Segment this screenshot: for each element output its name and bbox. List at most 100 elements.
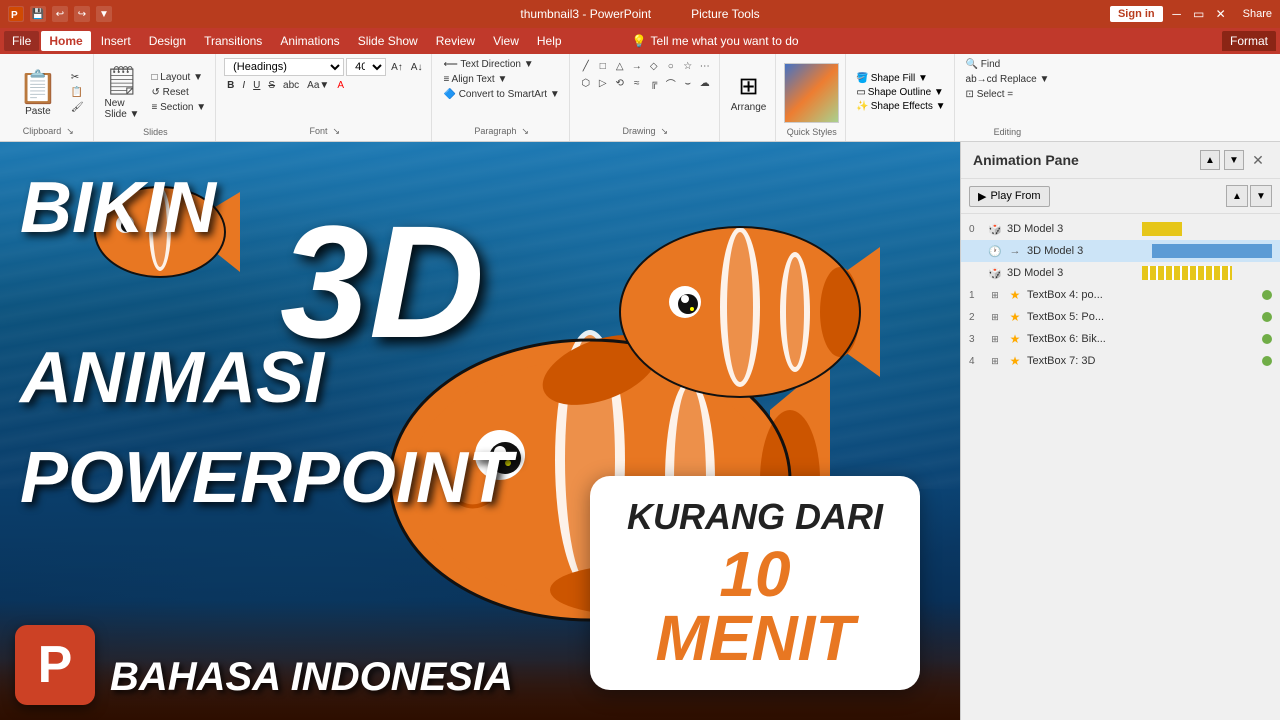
italic-button[interactable]: I — [239, 79, 248, 92]
share-button[interactable]: Share — [1243, 8, 1272, 20]
smallcaps-button[interactable]: abc — [280, 79, 302, 92]
reset-button[interactable]: ↺ Reset — [148, 86, 209, 99]
menu-view[interactable]: View — [485, 31, 527, 51]
cut-button[interactable]: ✂ — [68, 71, 87, 84]
play-from-button[interactable]: ▶ Play From — [969, 186, 1050, 207]
align-text-button[interactable]: ≡ Align Text ▼ — [440, 73, 510, 86]
shape-diamond[interactable]: ◇ — [646, 58, 662, 74]
anim-item-1[interactable]: 🕐 → 3D Model 3 — [961, 240, 1280, 262]
undo-icon[interactable]: ↩ — [52, 6, 68, 22]
changecase-button[interactable]: Aa▼ — [304, 79, 332, 92]
slide-text-animasi: ANIMASI — [20, 342, 324, 414]
shape-circle[interactable]: ○ — [663, 58, 679, 74]
shape-arrow[interactable]: → — [629, 58, 645, 74]
close-button[interactable]: ✕ — [1213, 6, 1229, 22]
shape-line[interactable]: ╱ — [578, 58, 594, 74]
save-icon[interactable]: 💾 — [30, 6, 46, 22]
tell-me-area[interactable]: 💡 Editing Tell me what you want to do — [632, 34, 799, 48]
anim-next-button[interactable]: ▼ — [1250, 185, 1272, 207]
maximize-button[interactable]: ▭ — [1191, 6, 1207, 22]
shape-effects-button[interactable]: ✨ Shape Effects ▼ — [854, 100, 947, 113]
shape-fill-button[interactable]: 🪣 Shape Fill ▼ — [854, 72, 947, 85]
menu-slideshow[interactable]: Slide Show — [350, 31, 426, 51]
font-size-select[interactable]: 40 — [346, 58, 386, 76]
menu-bar: File Home Insert Design Transitions Anim… — [0, 28, 1280, 54]
ribbon-group-editing: 🔍 Find ab→cd Replace ▼ ⊡ Select = Editin… — [957, 54, 1059, 141]
increase-font-button[interactable]: A↑ — [388, 61, 406, 74]
anim-close-button[interactable]: ✕ — [1248, 150, 1268, 170]
menu-review[interactable]: Review — [428, 31, 483, 51]
select-button[interactable]: ⊡ Select = — [963, 88, 1017, 101]
shape-outline-button[interactable]: ▭ Shape Outline ▼ — [854, 86, 947, 99]
copy-button[interactable]: 📋 — [68, 86, 87, 99]
anim-item-0[interactable]: 0 🎲 3D Model 3 — [961, 218, 1280, 240]
shape-5[interactable]: ≈ — [629, 75, 645, 91]
section-button[interactable]: ≡ Section ▼ — [148, 101, 209, 114]
anim-item-4[interactable]: 2 ⊞ ★ TextBox 5: Po... — [961, 306, 1280, 328]
arrange-icon: ⊞ — [738, 72, 758, 101]
menu-file[interactable]: File — [4, 31, 39, 51]
shape-triangle[interactable]: △ — [612, 58, 628, 74]
find-button[interactable]: 🔍 Find — [963, 58, 1004, 71]
ribbon-group-arrange: ⊞ Arrange — [722, 54, 777, 141]
fontcolor-button[interactable]: A — [334, 79, 347, 92]
bold-button[interactable]: B — [224, 79, 237, 92]
text-direction-button[interactable]: ⟵ Text Direction ▼ — [440, 58, 536, 71]
shape-7[interactable]: ⌒ — [663, 75, 679, 91]
menu-transitions[interactable]: Transitions — [196, 31, 270, 51]
arrange-button[interactable]: Arrange — [728, 101, 770, 114]
menu-insert[interactable]: Insert — [93, 31, 139, 51]
anim-item-3[interactable]: 1 ⊞ ★ TextBox 4: po... — [961, 284, 1280, 306]
pp-logo: P — [15, 625, 95, 705]
replace-button[interactable]: ab→cd Replace ▼ — [963, 73, 1053, 86]
underline-button[interactable]: U — [250, 79, 263, 92]
customize-icon[interactable]: ▼ — [96, 6, 112, 22]
shape-more[interactable]: ⋯ — [697, 58, 713, 74]
font-name-select[interactable]: (Headings) — [224, 58, 344, 76]
main-area: BIKIN 3D ANIMASI POWERPOINT P BAHASA IND… — [0, 142, 1280, 720]
menu-home[interactable]: Home — [41, 31, 90, 51]
fill-icon: 🪣 — [856, 73, 868, 84]
svg-text:P: P — [11, 10, 18, 21]
anim-item-2[interactable]: 🎲 3D Model 3 — [961, 262, 1280, 284]
slide-canvas: BIKIN 3D ANIMASI POWERPOINT P BAHASA IND… — [0, 142, 960, 720]
menu-design[interactable]: Design — [141, 31, 194, 51]
sign-in-button[interactable]: Sign in — [1110, 6, 1163, 22]
shape-rect[interactable]: □ — [595, 58, 611, 74]
shape-2[interactable]: ⬡ — [578, 75, 594, 91]
layout-button[interactable]: □ Layout ▼ — [148, 71, 209, 84]
play-from-area: ▶ Play From ▲ ▼ — [961, 179, 1280, 214]
smartart-button[interactable]: 🔷 Convert to SmartArt ▼ — [440, 88, 562, 101]
shape-4[interactable]: ⟲ — [612, 75, 628, 91]
anim-expand-button[interactable]: ▼ — [1224, 150, 1244, 170]
paste-button[interactable]: 📋 Paste — [10, 64, 66, 121]
anim-collapse-button[interactable]: ▲ — [1200, 150, 1220, 170]
redo-icon[interactable]: ↪ — [74, 6, 90, 22]
drawing-label: Drawing ↘ — [622, 126, 668, 139]
shape-9[interactable]: ☁ — [697, 75, 713, 91]
anim-item-5[interactable]: 3 ⊞ ★ TextBox 6: Bik... — [961, 328, 1280, 350]
quick-styles-preview[interactable] — [784, 63, 839, 123]
menu-help[interactable]: Help — [529, 31, 570, 51]
font-row-1: (Headings) 40 A↑ A↓ — [224, 58, 425, 76]
shape-8[interactable]: ⌣ — [680, 75, 696, 91]
powerpoint-logo-icon[interactable]: P — [8, 6, 24, 22]
shape-6[interactable]: ╔ — [646, 75, 662, 91]
shape-3[interactable]: ▷ — [595, 75, 611, 91]
window-title: thumbnail3 - PowerPoint Picture Tools — [520, 7, 759, 21]
animation-pane: Animation Pane ▲ ▼ ✕ ▶ Play From ▲ ▼ 0 — [960, 142, 1280, 720]
minimize-button[interactable]: ─ — [1169, 6, 1185, 22]
menu-format[interactable]: Format — [1222, 31, 1276, 51]
new-slide-button[interactable]: NewSlide ▼ — [102, 97, 143, 121]
anim-item-6[interactable]: 4 ⊞ ★ TextBox 7: 3D — [961, 350, 1280, 372]
anim-prev-button[interactable]: ▲ — [1226, 185, 1248, 207]
decrease-font-button[interactable]: A↓ — [408, 61, 426, 74]
format-painter-button[interactable]: 🖌 — [68, 101, 87, 114]
lightbulb-icon: 💡 — [632, 34, 647, 48]
strikethrough-button[interactable]: S — [265, 79, 278, 92]
anim-label-0: 3D Model 3 — [1007, 223, 1138, 235]
fill-label: Shape Fill ▼ — [871, 73, 928, 84]
shape-star[interactable]: ☆ — [680, 58, 696, 74]
ribbon-group-shapeprops: 🪣 Shape Fill ▼ ▭ Shape Outline ▼ ✨ Shape… — [848, 54, 954, 141]
menu-animations[interactable]: Animations — [272, 31, 347, 51]
